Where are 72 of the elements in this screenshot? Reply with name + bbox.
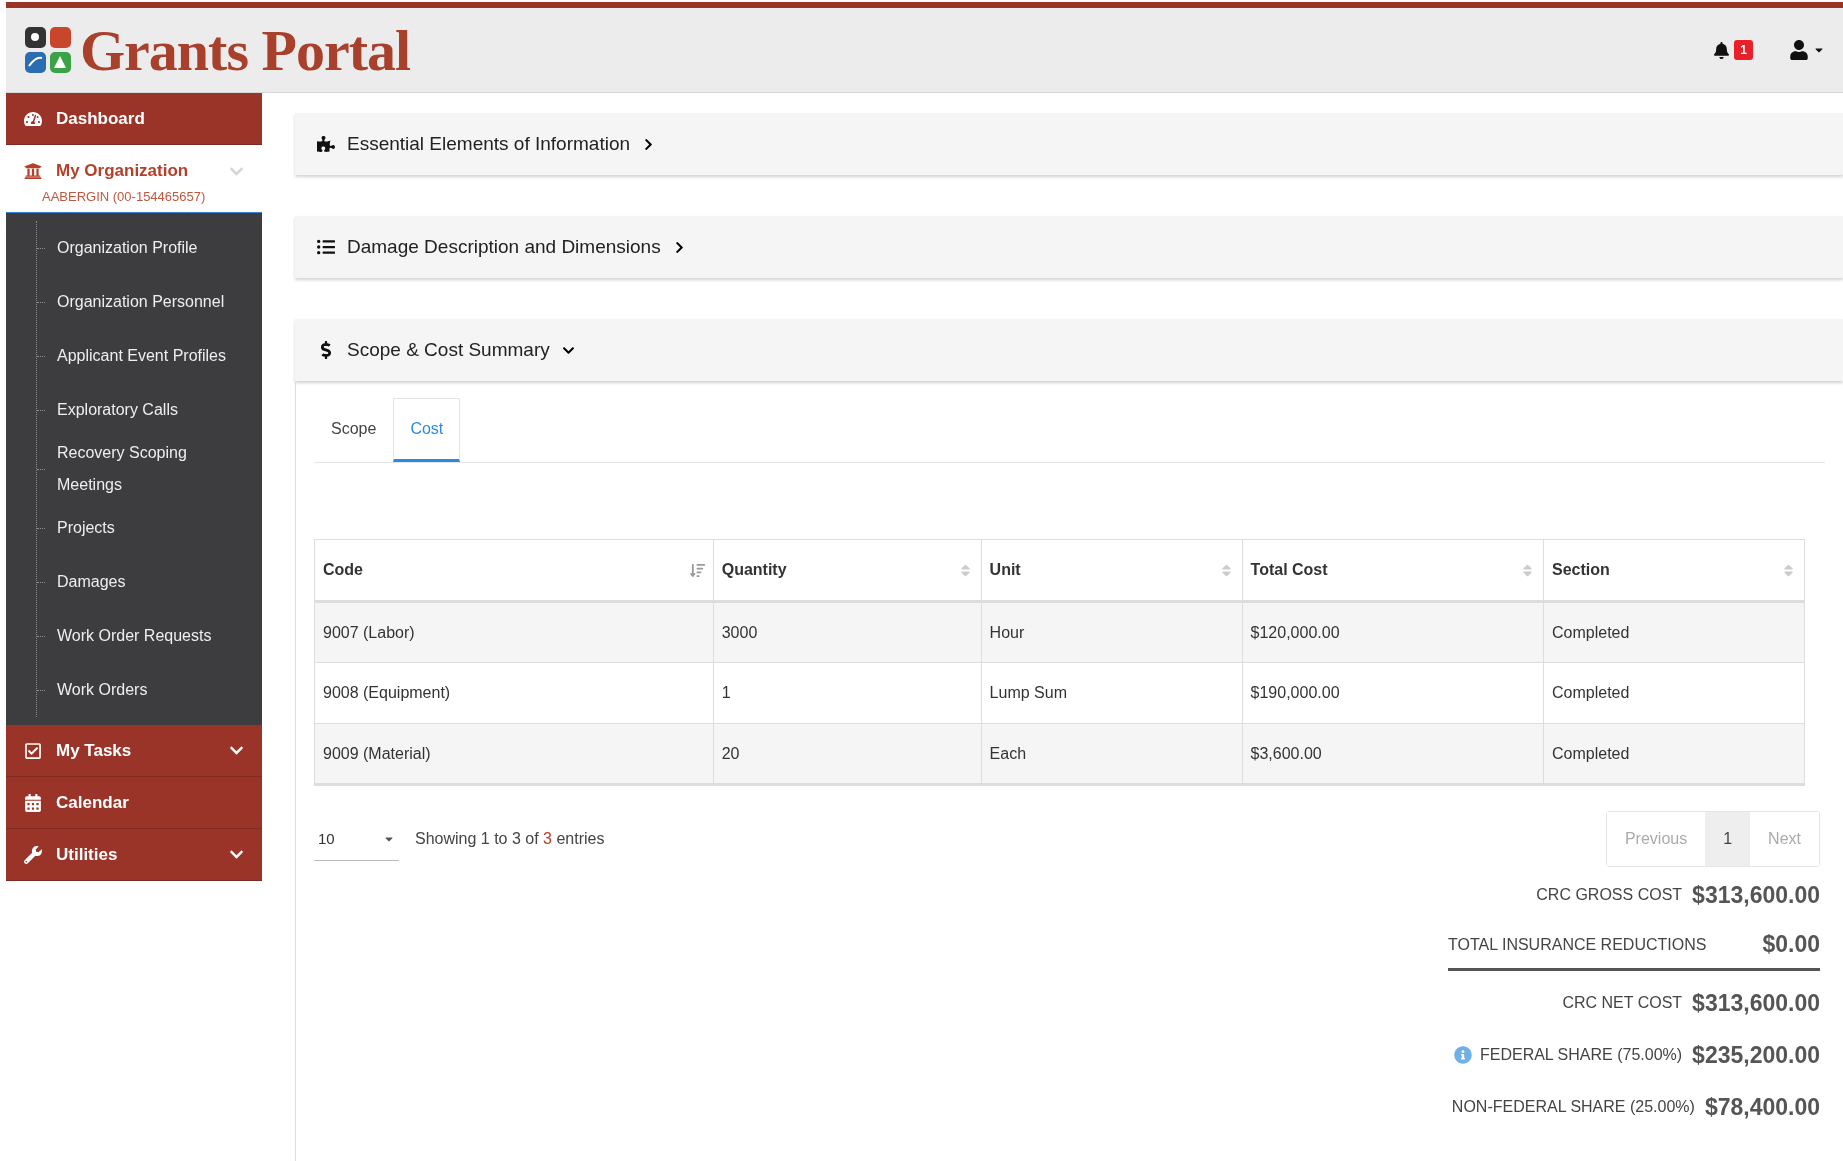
table-cell: Completed [1543,723,1805,785]
sidebar-item[interactable]: Utilities [6,829,262,881]
bell-icon[interactable] [1713,41,1731,59]
sidebar-item[interactable]: Dashboard [6,93,262,145]
table-cell: 20 [713,723,982,785]
calendar-icon [24,793,42,812]
column-label: Quantity [721,561,787,579]
table-cell: Each [981,723,1243,785]
checkbox-icon [24,741,42,760]
table-cell: $190,000.00 [1242,662,1544,724]
total-value: $235,200.00 [1692,1041,1820,1069]
submenu-link[interactable]: Work Orders [57,674,253,706]
total-label: TOTAL INSURANCE REDUCTIONS [1448,935,1707,954]
page-size-select[interactable]: 10 [314,817,399,861]
puzzle-icon [317,135,335,153]
submenu-link[interactable]: Work Order Requests [57,620,253,652]
sidebar-label: Calendar [56,792,129,813]
entries-info: Showing 1 to 3 of 3 entries [415,830,605,848]
bank-icon [24,162,42,180]
submenu-link[interactable]: Organization Personnel [57,286,253,318]
table-cell: $120,000.00 [1242,601,1544,663]
total-label: NON-FEDERAL SHARE (25.00%) [1451,1098,1695,1116]
user-icon[interactable] [1789,40,1809,60]
submenu-link[interactable]: Recovery Scoping Meetings [57,437,253,501]
sidebar-item[interactable]: Calendar [6,777,262,829]
submenu-link[interactable]: Projects [57,512,253,544]
page-button[interactable]: 1 [1705,812,1751,866]
table-cell: Completed [1543,662,1805,724]
column-label: Section [1552,561,1610,579]
total-value: $78,400.00 [1704,1093,1820,1121]
table-cell: 9009 (Material) [314,723,714,785]
sidebar-label: Dashboard [56,108,145,129]
panel-header[interactable]: Essential Elements of Information [295,113,1843,175]
panel-title[interactable]: Scope & Cost Summary [347,339,550,361]
column-label: Code [323,561,363,579]
total-label: FEDERAL SHARE (75.00%) [1479,1046,1683,1064]
table-cell: 3000 [713,601,982,663]
table-cell: 1 [713,662,982,724]
table-cell: 9007 (Labor) [314,601,714,663]
column-label: Total Cost [1250,561,1328,579]
submenu-link[interactable]: Applicant Event Profiles [57,340,253,372]
sort-icon[interactable] [689,562,705,578]
total-value: $313,600.00 [1692,989,1820,1017]
tab[interactable]: Cost [393,398,461,462]
submenu-link[interactable]: Damages [57,566,253,598]
column-label: Unit [989,561,1021,579]
gauge-icon [24,109,42,128]
list-icon [317,238,335,256]
total-value: $313,600.00 [1692,881,1820,909]
sidebar-label: My Tasks [56,740,132,761]
logo-text: Grants Portal [80,16,411,84]
table-cell: Completed [1543,601,1805,663]
submenu-link[interactable]: Organization Profile [57,232,253,264]
notification-badge: 1 [1734,40,1753,60]
total-label: CRC GROSS COST [1536,886,1683,904]
table-cell: 9008 (Equipment) [314,662,714,724]
table-cell: Hour [981,601,1243,663]
panel-header[interactable]: Damage Description and Dimensions [295,216,1843,278]
table-cell: $3,600.00 [1242,723,1544,785]
total-value: $0.00 [1762,931,1820,958]
sidebar-label: My Organization [56,161,189,181]
sidebar-label: Utilities [56,844,118,865]
panel-header[interactable]: Scope & Cost Summary [295,319,1843,381]
organization-id: AABERGIN (00-154465657) [41,189,207,204]
wrench-icon [24,845,42,864]
submenu-link[interactable]: Exploratory Calls [57,394,253,426]
sidebar-item[interactable]: My Tasks [6,725,262,777]
panel-title[interactable]: Essential Elements of Information [347,133,631,155]
total-label: CRC NET COST [1562,994,1683,1012]
logo-drawing [24,26,72,74]
panel-title[interactable]: Damage Description and Dimensions [347,236,661,258]
table-cell: Lump Sum [981,662,1243,724]
